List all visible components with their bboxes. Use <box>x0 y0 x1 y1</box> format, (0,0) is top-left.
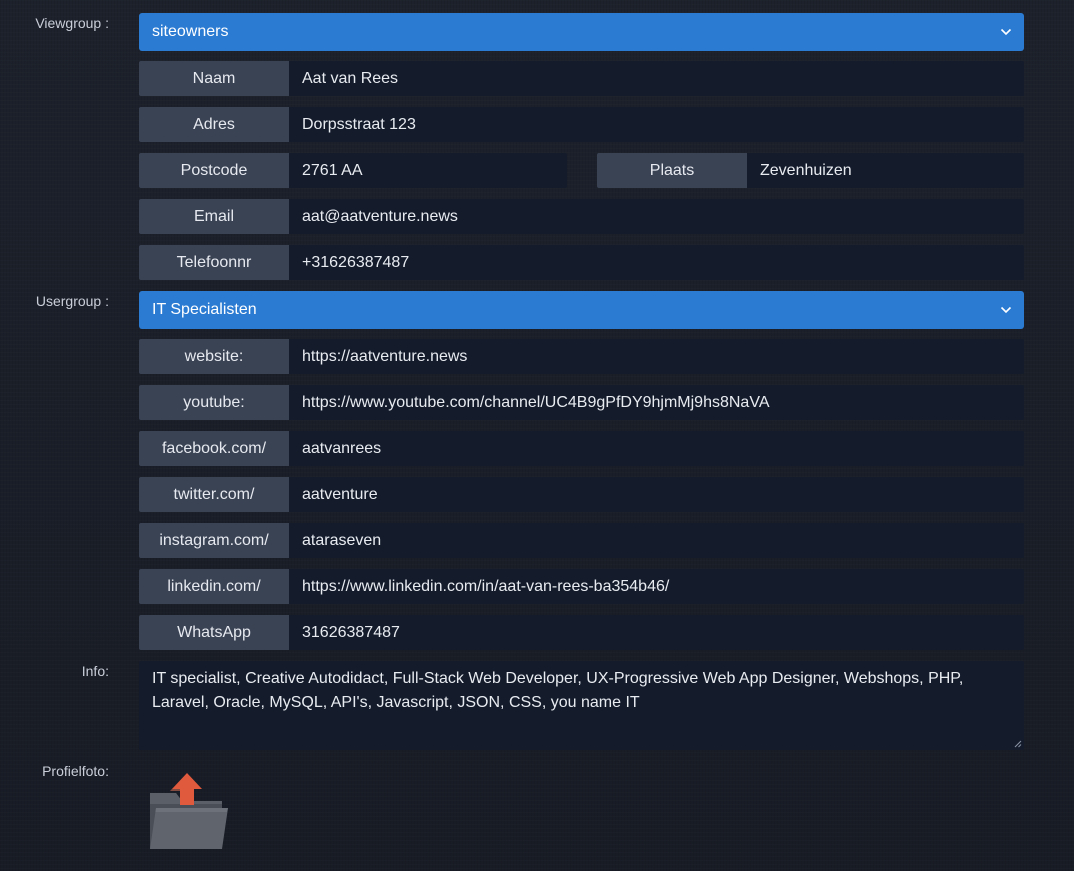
usergroup-select-value: IT Specialisten <box>152 301 257 318</box>
profielfoto-label: Profielfoto: <box>42 763 109 779</box>
website-row: website: https://aatventure.news <box>139 339 1024 374</box>
email-label: Email <box>139 199 289 234</box>
postcode-input[interactable]: 2761 AA <box>289 153 567 188</box>
youtube-input[interactable]: https://www.youtube.com/channel/UC4B9gPf… <box>289 385 1024 420</box>
facebook-input[interactable]: aatvanrees <box>289 431 1024 466</box>
naam-row: Naam Aat van Rees <box>139 61 1024 96</box>
folder-upload-icon <box>150 773 228 849</box>
naam-input[interactable]: Aat van Rees <box>289 61 1024 96</box>
instagram-label: instagram.com/ <box>139 523 289 558</box>
whatsapp-input[interactable]: 31626387487 <box>289 615 1024 650</box>
resize-grip-icon[interactable] <box>1014 740 1022 748</box>
website-label: website: <box>139 339 289 374</box>
instagram-input[interactable]: ataraseven <box>289 523 1024 558</box>
youtube-label: youtube: <box>139 385 289 420</box>
plaats-label: Plaats <box>597 153 747 188</box>
telefoon-input[interactable]: +31626387487 <box>289 245 1024 280</box>
postcode-row: Postcode 2761 AA <box>139 153 567 188</box>
info-text: IT specialist, Creative Autodidact, Full… <box>152 670 964 711</box>
info-textarea[interactable]: IT specialist, Creative Autodidact, Full… <box>139 661 1024 750</box>
twitter-row: twitter.com/ aatventure <box>139 477 1024 512</box>
youtube-row: youtube: https://www.youtube.com/channel… <box>139 385 1024 420</box>
profile-photo-upload-button[interactable] <box>148 771 232 853</box>
usergroup-label: Usergroup : <box>35 293 109 309</box>
usergroup-select[interactable]: IT Specialisten <box>139 291 1024 329</box>
info-label: Info: <box>81 663 109 679</box>
facebook-label: facebook.com/ <box>139 431 289 466</box>
viewgroup-label: Viewgroup : <box>35 15 109 31</box>
linkedin-row: linkedin.com/ https://www.linkedin.com/i… <box>139 569 1024 604</box>
adres-row: Adres Dorpsstraat 123 <box>139 107 1024 142</box>
chevron-down-icon <box>1000 13 1012 51</box>
whatsapp-row: WhatsApp 31626387487 <box>139 615 1024 650</box>
naam-label: Naam <box>139 61 289 96</box>
twitter-label: twitter.com/ <box>139 477 289 512</box>
whatsapp-label: WhatsApp <box>139 615 289 650</box>
linkedin-label: linkedin.com/ <box>139 569 289 604</box>
instagram-row: instagram.com/ ataraseven <box>139 523 1024 558</box>
postcode-label: Postcode <box>139 153 289 188</box>
viewgroup-select[interactable]: siteowners <box>139 13 1024 51</box>
telefoon-label: Telefoonnr <box>139 245 289 280</box>
plaats-input[interactable]: Zevenhuizen <box>747 153 1024 188</box>
email-input[interactable]: aat@aatventure.news <box>289 199 1024 234</box>
telefoon-row: Telefoonnr +31626387487 <box>139 245 1024 280</box>
twitter-input[interactable]: aatventure <box>289 477 1024 512</box>
adres-label: Adres <box>139 107 289 142</box>
adres-input[interactable]: Dorpsstraat 123 <box>289 107 1024 142</box>
facebook-row: facebook.com/ aatvanrees <box>139 431 1024 466</box>
chevron-down-icon <box>1000 291 1012 329</box>
linkedin-input[interactable]: https://www.linkedin.com/in/aat-van-rees… <box>289 569 1024 604</box>
plaats-row: Plaats Zevenhuizen <box>597 153 1024 188</box>
website-input[interactable]: https://aatventure.news <box>289 339 1024 374</box>
viewgroup-select-value: siteowners <box>152 23 229 40</box>
email-row: Email aat@aatventure.news <box>139 199 1024 234</box>
